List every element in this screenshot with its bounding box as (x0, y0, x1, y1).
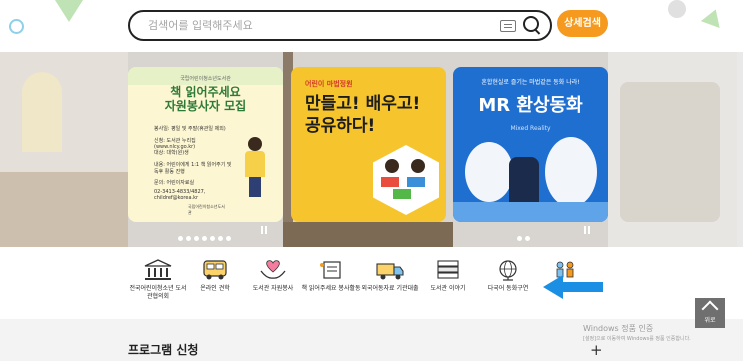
menu-item-foreign-loan[interactable]: 외국어동자료 기관대출 (360, 247, 420, 319)
menu-label: 다국어 동화구연 (487, 285, 529, 292)
menu-label: 도서관 이야기 (430, 285, 466, 292)
menu-item-library-story[interactable]: 도서관 이야기 (418, 247, 478, 319)
hero-banner: 국립어린이청소년도서관 책 읽어주세요 자원봉사자 모집 봉사일: 평일 및 주… (0, 52, 743, 247)
scrollbar[interactable] (737, 52, 743, 247)
book-icon (381, 177, 399, 187)
card1-subtitle: 국립어린이청소년도서관 (180, 76, 231, 82)
book-icon (407, 177, 425, 187)
carousel-dot[interactable] (202, 236, 207, 241)
card2-title-line2: 공유하다! (305, 116, 376, 136)
card1-line: 02-3413-4833/4827, childref@korea.kr (154, 189, 206, 201)
card1-line: 대상: 대학(원)생 (154, 150, 189, 156)
card2-title-line1: 만들고! 배우고! (305, 94, 421, 114)
decor-letter-shape (22, 72, 62, 152)
girl-body (245, 151, 265, 177)
section-title: 프로그램 신청 (128, 343, 199, 357)
menu-item-online-tour[interactable]: 온라인 견학 (185, 247, 245, 319)
pause-icon[interactable] (584, 226, 590, 234)
book-stack-icon (437, 260, 459, 279)
delivery-truck-icon (376, 263, 404, 280)
banner-shelf-bottom (283, 222, 453, 247)
bus-icon (203, 260, 227, 280)
watermark-line2: [설정]으로 이동하여 Windows를 정품 인증합니다. (583, 336, 691, 342)
decor-triangle-right-icon (700, 6, 726, 28)
polar-bear-illustration (465, 142, 513, 202)
volunteer-girl-illustration (243, 137, 267, 197)
child-with-headset-illustration (509, 157, 539, 207)
carousel-indicators-1 (178, 226, 234, 241)
kid-head (411, 159, 425, 173)
menu-item-volunteer[interactable]: 도서관 자원봉사 (243, 247, 303, 319)
card1-title: 책 읽어주세요 자원봉사자 모집 (128, 85, 283, 113)
scroll-top-label: 위로 (704, 317, 716, 324)
card1-title-line2: 자원봉사자 모집 (164, 99, 247, 113)
card2-logo: 어린이 마법정원 (305, 80, 353, 88)
globe-icon (499, 260, 517, 281)
banner-card-make-learn[interactable]: 어린이 마법정원 만들고! 배우고! 공유하다! (291, 67, 446, 222)
banner-card-mr-fairy-tale[interactable]: 혼합현실로 즐기는 마법같은 동화 나라! MR 환상동화 Mixed Real… (453, 67, 608, 222)
advanced-search-button[interactable]: 상세검색 (557, 10, 608, 37)
menu-label: 책 읽어주세요 봉사활동 (301, 285, 361, 292)
card1-line: 문의: 어린이자료실 (154, 180, 195, 186)
watermark-line1: Windows 정품 인증 (583, 324, 654, 333)
card3-ground (453, 202, 608, 222)
carousel-dot[interactable] (525, 236, 530, 241)
menu-item-council[interactable]: 전국어린이청소년 도서관협의회 (128, 247, 188, 319)
decor-triangle-icon (55, 0, 83, 22)
carousel-dot[interactable] (186, 236, 191, 241)
scroll-top-button[interactable]: 위로 (695, 298, 725, 328)
card1-line: 봉사일: 평일 및 주말(휴관일 제외) (154, 126, 226, 132)
polar-bear-illustration (545, 137, 597, 207)
carousel-dot[interactable] (517, 236, 522, 241)
decor-circle-icon (9, 19, 24, 34)
carousel-dot[interactable] (210, 236, 215, 241)
windows-activation-watermark: Windows 정품 인증 [설정]으로 이동하여 Windows를 정품 인증… (583, 324, 691, 344)
card2-title: 만들고! 배우고! 공유하다! (305, 93, 445, 137)
menu-label: 전국어린이청소년 도서관협의회 (129, 285, 187, 300)
carousel-dot[interactable] (218, 236, 223, 241)
carousel-dot[interactable] (226, 236, 231, 241)
menu-label: 도서관 자원봉사 (252, 285, 294, 292)
pointer-arrow-icon (543, 275, 603, 299)
top-search-bar: 상세검색 (0, 0, 743, 52)
card1-logo: 국립어린이청소년도서관 (188, 204, 225, 215)
card3-title: MR 환상동화 (478, 95, 583, 116)
search-box (128, 10, 552, 41)
girl-head (248, 137, 262, 151)
quick-menu: 전국어린이청소년 도서관협의회 온라인 견학 도서관 자원봉사 책 읽어주세요 … (0, 247, 743, 319)
menu-item-reading-service[interactable]: 책 읽어주세요 봉사활동 (301, 247, 361, 319)
search-input[interactable] (148, 16, 468, 35)
kids-reading-illustration (373, 145, 439, 215)
card3-subtitle: Mixed Reality (510, 125, 551, 132)
kid-head (385, 159, 399, 173)
menu-label: 온라인 견학 (200, 285, 230, 292)
banner-window-right (620, 82, 720, 222)
decor-dot-icon (668, 0, 686, 18)
carousel-dot[interactable] (178, 236, 183, 241)
girl-legs (249, 177, 261, 197)
library-building-icon (144, 259, 172, 280)
pause-icon[interactable] (261, 226, 267, 234)
carousel-indicators-2 (517, 226, 533, 241)
heart-hands-icon (260, 260, 286, 279)
banner-card-volunteer[interactable]: 국립어린이청소년도서관 책 읽어주세요 자원봉사자 모집 봉사일: 평일 및 주… (128, 67, 283, 222)
banner-floor-left (0, 172, 128, 247)
card3-tagline: 혼합현실로 즐기는 마법같은 동화 나라! (481, 79, 580, 86)
card1-line: 내용: 어린이에게 1:1 책 읽어주기 및 독후 활동 진행 (154, 162, 232, 175)
menu-label: 외국어동자료 기관대출 (361, 285, 419, 292)
book-icon (393, 189, 411, 199)
carousel-dot[interactable] (194, 236, 199, 241)
search-icon[interactable] (523, 16, 539, 32)
menu-item-multilingual-storytelling[interactable]: 다국어 동화구연 (478, 247, 538, 319)
keyboard-icon[interactable] (500, 20, 516, 32)
book-reading-icon (320, 261, 341, 279)
card1-title-line1: 책 읽어주세요 (170, 85, 241, 99)
